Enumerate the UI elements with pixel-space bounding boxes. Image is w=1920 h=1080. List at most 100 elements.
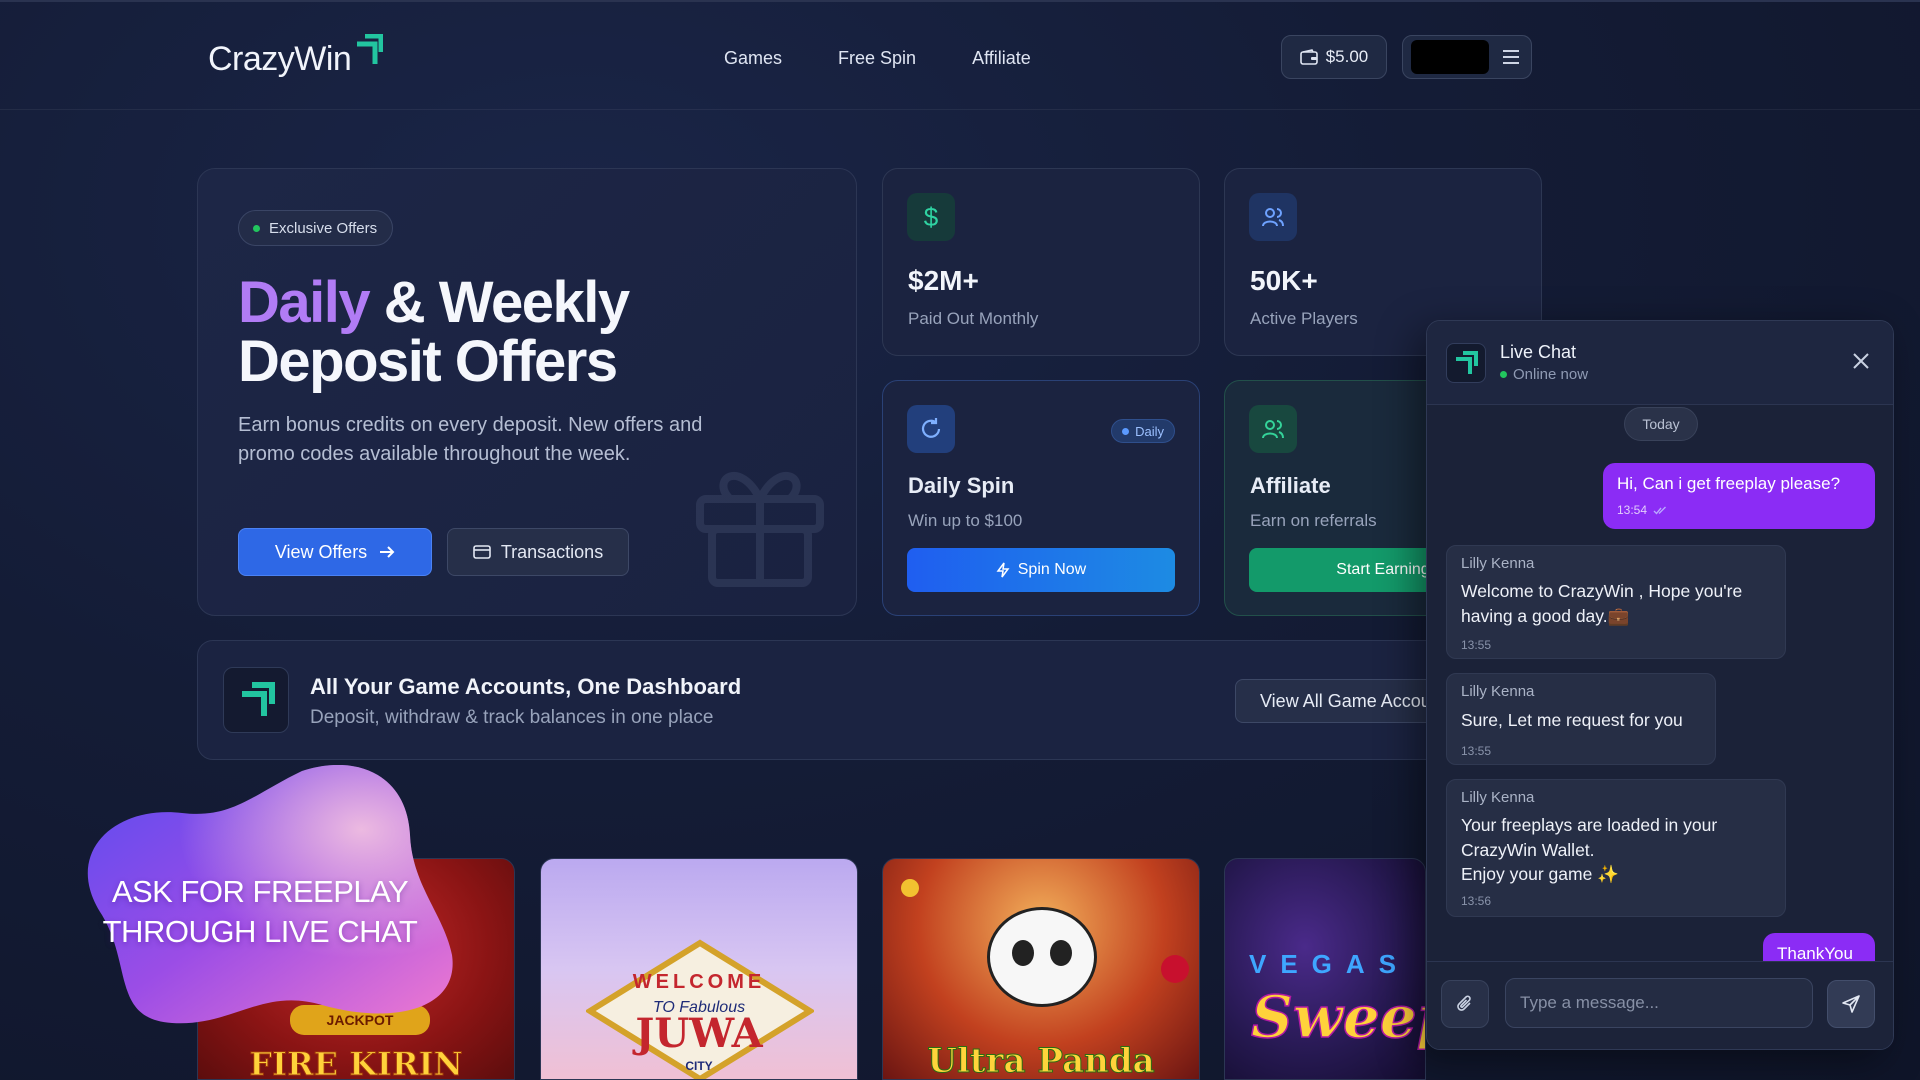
hero-card: Exclusive Offers Daily & Weekly Deposit …	[197, 168, 857, 616]
chat-message-incoming: Lilly Kenna Your freeplays are loaded in…	[1446, 779, 1786, 917]
game-title: JUWA	[635, 1010, 763, 1057]
game-title: Sweep	[1250, 982, 1425, 1052]
status-dot-icon	[253, 224, 260, 232]
card-icon	[473, 545, 491, 559]
message-time: 13:55	[1461, 638, 1492, 652]
game-title: Ultra Panda	[927, 1041, 1155, 1080]
refresh-icon	[907, 405, 955, 453]
brand-name: CrazyWin	[208, 39, 352, 78]
game-tile-ultra-panda[interactable]: Ultra Panda	[882, 858, 1200, 1080]
read-receipt-icon	[1653, 506, 1667, 515]
brand-arrow-icon	[357, 34, 384, 64]
chat-message-incoming: Lilly Kenna Welcome to CrazyWin , Hope y…	[1446, 545, 1786, 659]
nav-free-spin[interactable]: Free Spin	[830, 42, 924, 75]
message-text: Hi, Can i get freeplay please?	[1617, 474, 1841, 493]
paperclip-icon	[1457, 995, 1471, 1011]
dollar-icon: $	[907, 193, 955, 241]
dashboard-title: All Your Game Accounts, One Dashboard	[310, 674, 742, 699]
stat-value: $2M+	[908, 265, 979, 296]
chat-status-label: Online now	[1513, 366, 1589, 383]
affiliate-description: Earn on referrals	[1250, 511, 1377, 530]
chat-status: Online now	[1500, 366, 1588, 383]
message-line: CrazyWin Wallet.	[1461, 839, 1595, 860]
arrow-right-icon	[380, 546, 395, 558]
daily-badge: Daily	[1111, 419, 1175, 443]
exclusive-offers-badge: Exclusive Offers	[238, 210, 394, 246]
message-text: Your freeplays are loaded in your CrazyW…	[1461, 813, 1717, 887]
daily-badge-label: Daily	[1135, 423, 1164, 439]
menu-icon	[1503, 50, 1519, 64]
wallet-icon	[1299, 49, 1318, 65]
start-earning-label: Start Earning	[1336, 561, 1430, 578]
transactions-button[interactable]: Transactions	[447, 528, 629, 576]
hero-description: Earn bonus credits on every deposit. New…	[238, 414, 703, 465]
promo-line-2: THROUGH LIVE CHAT	[102, 914, 418, 949]
stat-label: Active Players	[1250, 309, 1358, 328]
chat-message-incoming: Lilly Kenna Sure, Let me request for you…	[1446, 673, 1716, 765]
live-chat-window: Live Chat Online now Today Hi, Can i get…	[1426, 320, 1894, 1050]
sender-name: Lilly Kenna	[1461, 555, 1535, 572]
brand-arrow-icon	[223, 667, 289, 733]
nav-games[interactable]: Games	[716, 42, 790, 75]
message-time: 13:55	[1461, 744, 1492, 758]
hero-title-line2: Deposit Offers	[238, 329, 618, 394]
wallet-button[interactable]: $5.00	[1281, 35, 1387, 79]
users-icon	[1249, 405, 1297, 453]
avatar	[1411, 40, 1489, 74]
brand-arrow-icon	[1446, 343, 1486, 383]
ball-icon	[1161, 955, 1189, 983]
message-time: 13:54	[1617, 503, 1648, 517]
status-dot-icon	[1122, 427, 1130, 435]
online-dot-icon	[1500, 371, 1507, 378]
game-tag: WELCOME	[632, 971, 766, 993]
affiliate-title: Affiliate	[1250, 473, 1331, 498]
panda-icon	[987, 907, 1097, 1007]
hero-title: Daily & Weekly Deposit Offers	[238, 270, 630, 394]
send-button[interactable]	[1827, 980, 1875, 1028]
date-divider: Today	[1624, 407, 1698, 441]
main-nav: Games Free Spin Affiliate	[716, 42, 1039, 75]
message-line: Your freeplays are loaded in your	[1461, 815, 1718, 835]
send-icon	[1842, 995, 1860, 1013]
stat-label: Paid Out Monthly	[908, 309, 1039, 328]
spin-now-label: Spin Now	[1017, 561, 1087, 578]
gift-icon	[696, 472, 824, 587]
users-icon	[1249, 193, 1297, 241]
badge-label: Exclusive Offers	[269, 219, 378, 237]
view-offers-label: View Offers	[274, 541, 368, 562]
hero-title-accent: Daily	[238, 270, 371, 335]
game-tile-juwa[interactable]: WELCOME TO Fabulous JUWA CITY	[540, 858, 858, 1080]
sender-name: Lilly Kenna	[1461, 789, 1535, 806]
account-menu-button[interactable]	[1402, 35, 1532, 79]
brand-logo[interactable]: CrazyWin	[208, 34, 384, 82]
stat-value: 50K+	[1250, 265, 1318, 296]
message-input[interactable]	[1505, 978, 1813, 1028]
view-offers-button[interactable]: View Offers	[238, 528, 432, 576]
chat-header: Live Chat Online now	[1427, 321, 1893, 405]
game-tile-vegas-sweep[interactable]: VEGAS Sweep	[1224, 858, 1426, 1080]
stat-card-payout: $ $2M+ Paid Out Monthly	[882, 168, 1200, 356]
dashboard-subtitle: Deposit, withdraw & track balances in on…	[310, 707, 714, 728]
message-text: Sure, Let me request for you	[1461, 710, 1683, 730]
message-meta: 13:54	[1617, 503, 1667, 517]
chat-title: Live Chat	[1500, 342, 1577, 362]
sender-name: Lilly Kenna	[1461, 683, 1535, 700]
message-text: Welcome to CrazyWin , Hope you're having…	[1461, 581, 1743, 626]
transactions-label: Transactions	[500, 541, 604, 562]
promo-line-1: ASK FOR FREEPLAY	[111, 874, 409, 909]
message-line: Enjoy your game ✨	[1461, 864, 1619, 884]
promo-text: ASK FOR FREEPLAY THROUGH LIVE CHAT	[84, 872, 436, 952]
daily-spin-title: Daily Spin	[908, 473, 1015, 498]
dashboard-banner: All Your Game Accounts, One Dashboard De…	[197, 640, 1543, 760]
nav-affiliate[interactable]: Affiliate	[964, 42, 1039, 75]
spin-now-button[interactable]: Spin Now	[907, 548, 1175, 592]
top-header: CrazyWin Games Free Spin Affiliate $5.00	[0, 0, 1920, 110]
game-tag: VEGAS	[1249, 949, 1411, 979]
coin-icon	[901, 879, 919, 897]
attach-button[interactable]	[1441, 980, 1489, 1028]
game-city: CITY	[685, 1059, 713, 1073]
chat-message-outgoing: Hi, Can i get freeplay please? 13:54	[1603, 463, 1875, 529]
close-icon[interactable]	[1849, 349, 1873, 373]
game-title: FIRE KIRIN	[249, 1045, 463, 1080]
lightning-icon	[996, 562, 1010, 578]
